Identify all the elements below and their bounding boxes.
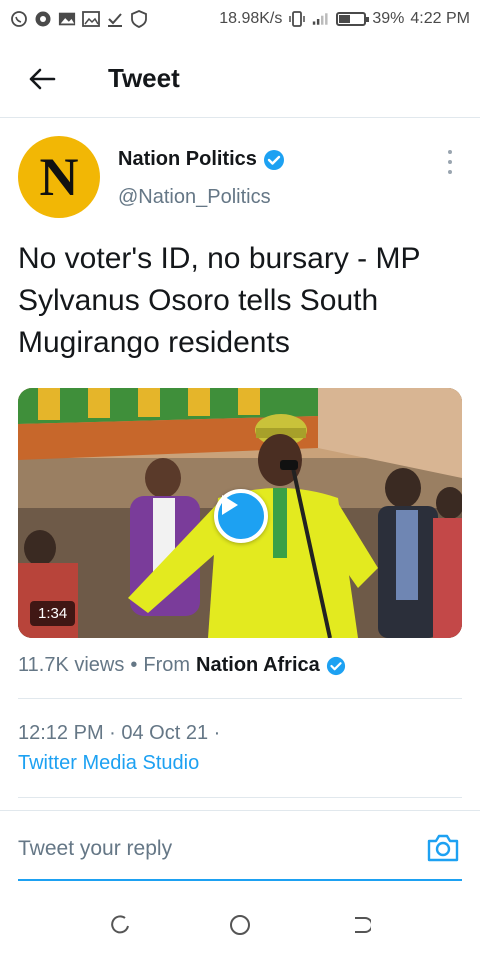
back-nav-button[interactable] [347,912,373,938]
reply-bar: Tweet your reply [0,810,480,881]
author-name[interactable]: Nation Politics [118,148,285,171]
author-handle[interactable]: @Nation_Politics [118,186,271,209]
from-label: From [143,654,191,676]
back-arrow-icon [29,68,56,89]
back-nav-icon [355,917,371,933]
tweet-video[interactable]: 1:34 [18,388,462,638]
reply-underline [18,879,462,881]
avatar-letter: N [39,147,79,207]
views-row: 11.7K views • From Nation Africa [18,654,346,677]
play-button[interactable] [214,489,268,543]
battery-icon [336,12,370,26]
shield-icon [130,10,148,28]
camera-button[interactable] [426,833,460,863]
battery-level [339,15,350,23]
download-icon [106,10,124,28]
app-header: Tweet [0,40,480,118]
network-speed: 18.98K/s [219,10,283,27]
more-options-button[interactable] [440,150,460,174]
video-duration: 1:34 [30,601,76,626]
back-button[interactable] [22,59,62,99]
avatar[interactable]: N [18,136,100,218]
tweet-text: No voter's ID, no bursary - MP Sylvanus … [18,242,420,359]
separator-dot: • [130,654,138,676]
battery-percent: 39% [372,10,405,27]
vibrate-icon [288,10,306,28]
author-name-text: Nation Politics [118,148,257,170]
notification-icons [10,10,148,28]
image-icon [82,10,100,28]
system-nav-bar [0,895,480,955]
more-dot-icon [448,160,452,164]
view-count: 11.7K views [18,654,125,676]
reply-input[interactable]: Tweet your reply [18,837,172,861]
signal-icon [312,10,330,28]
home-icon [230,915,250,935]
tweet-author: N Nation Politics @Nation_Politics [18,136,468,220]
whatsapp-icon [10,10,28,28]
chrome-icon [34,10,52,28]
status-bar: 18.98K/s 39% 4:22 PM [0,0,480,38]
source-link[interactable]: Nation Africa [196,654,320,677]
verified-badge-icon [326,656,345,675]
recent-apps-icon [111,915,129,934]
home-button[interactable] [227,912,253,938]
more-dot-icon [448,150,452,154]
play-icon [222,495,238,515]
status-right: 18.98K/s 39% 4:22 PM [219,10,470,28]
tweet-timestamp: 12:12 PM · 04 Oct 21 · [18,722,221,744]
more-dot-icon [448,170,452,174]
client-link[interactable]: Twitter Media Studio [18,752,199,775]
recent-apps-button[interactable] [107,912,133,938]
clock: 4:22 PM [410,10,470,27]
page-title: Tweet [108,63,180,93]
gallery-icon [58,10,76,28]
divider [18,698,462,699]
verified-badge-icon [263,149,284,170]
divider [18,797,462,798]
camera-icon [427,834,459,862]
